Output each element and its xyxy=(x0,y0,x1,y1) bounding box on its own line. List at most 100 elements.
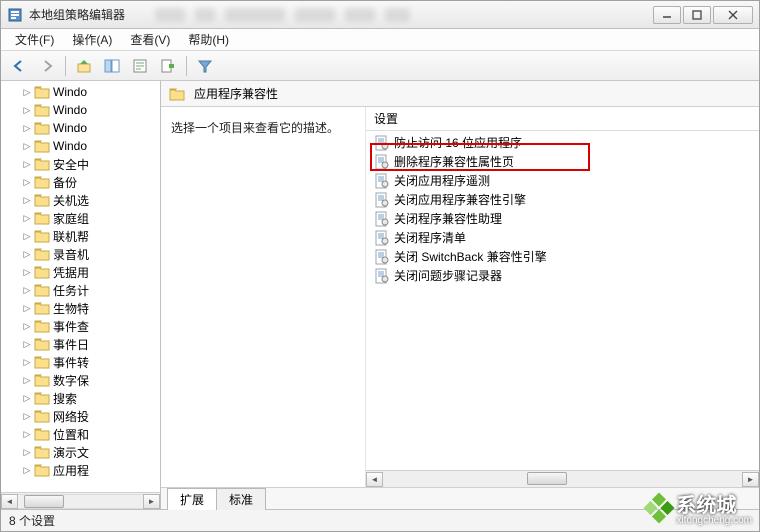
expand-icon[interactable]: ▷ xyxy=(21,321,33,332)
menu-help[interactable]: 帮助(H) xyxy=(180,29,237,50)
tree-hscrollbar[interactable]: ◄ ► xyxy=(1,492,160,509)
settings-row[interactable]: 关闭应用程序遥测 xyxy=(366,171,759,190)
settings-row[interactable]: 关闭 SwitchBack 兼容性引擎 xyxy=(366,247,759,266)
tree-item[interactable]: ▷关机选 xyxy=(1,191,160,209)
expand-icon[interactable]: ▷ xyxy=(21,375,33,386)
tree-item[interactable]: ▷Windo xyxy=(1,119,160,137)
scroll-thumb[interactable] xyxy=(24,495,64,508)
minimize-button[interactable] xyxy=(653,6,681,24)
expand-icon[interactable]: ▷ xyxy=(21,159,33,170)
settings-row[interactable]: 删除程序兼容性属性页 xyxy=(366,152,759,171)
tree-item-label: Windo xyxy=(53,85,87,99)
expand-icon[interactable]: ▷ xyxy=(21,339,33,350)
path-label: 应用程序兼容性 xyxy=(194,85,278,102)
close-button[interactable] xyxy=(713,6,753,24)
forward-button[interactable] xyxy=(35,54,59,78)
expand-icon[interactable]: ▷ xyxy=(21,249,33,260)
tree-item-label: 联机帮 xyxy=(53,228,89,245)
tree-item[interactable]: ▷生物特 xyxy=(1,299,160,317)
expand-icon[interactable]: ▷ xyxy=(21,267,33,278)
expand-icon[interactable]: ▷ xyxy=(21,123,33,134)
expand-icon[interactable]: ▷ xyxy=(21,429,33,440)
folder-icon xyxy=(34,283,50,297)
tree-item[interactable]: ▷演示文 xyxy=(1,443,160,461)
expand-icon[interactable]: ▷ xyxy=(21,465,33,476)
scroll-thumb[interactable] xyxy=(527,472,567,485)
tree-item[interactable]: ▷备份 xyxy=(1,173,160,191)
toolbar xyxy=(1,51,759,81)
expand-icon[interactable]: ▷ xyxy=(21,285,33,296)
show-hide-tree-button[interactable] xyxy=(100,54,124,78)
tree-item[interactable]: ▷应用程 xyxy=(1,461,160,479)
menu-action[interactable]: 操作(A) xyxy=(64,29,120,50)
expand-icon[interactable]: ▷ xyxy=(21,213,33,224)
tree-item[interactable]: ▷ 联机帮 xyxy=(1,227,160,245)
folder-icon xyxy=(34,445,50,459)
settings-row[interactable]: 关闭程序兼容性助理 xyxy=(366,209,759,228)
scroll-right-icon[interactable]: ► xyxy=(742,472,759,487)
up-button[interactable] xyxy=(72,54,96,78)
tree-item[interactable]: ▷ Windo xyxy=(1,137,160,155)
folder-icon xyxy=(34,319,50,333)
expand-icon[interactable]: ▷ xyxy=(21,231,33,242)
watermark: 系统城 xitongcheng.com xyxy=(648,489,752,526)
tree-item[interactable]: ▷ Windo xyxy=(1,83,160,101)
expand-icon[interactable]: ▷ xyxy=(21,105,33,116)
filter-button[interactable] xyxy=(193,54,217,78)
tree-item[interactable]: ▷网络投 xyxy=(1,407,160,425)
settings-row[interactable]: 防止访问 16 位应用程序 xyxy=(366,133,759,152)
tab-standard[interactable]: 标准 xyxy=(216,488,266,510)
maximize-button[interactable] xyxy=(683,6,711,24)
list-hscrollbar[interactable]: ◄ ► xyxy=(366,470,759,487)
tree-item[interactable]: ▷事件日 xyxy=(1,335,160,353)
menu-view[interactable]: 查看(V) xyxy=(122,29,178,50)
settings-row[interactable]: 关闭程序清单 xyxy=(366,228,759,247)
policy-icon xyxy=(374,173,390,189)
watermark-title: 系统城 xyxy=(676,489,752,518)
settings-row-label: 防止访问 16 位应用程序 xyxy=(394,134,522,151)
tab-extended[interactable]: 扩展 xyxy=(167,488,217,510)
detail-pane: 应用程序兼容性 选择一个项目来查看它的描述。 设置 防止访问 16 位应用程序删… xyxy=(161,81,759,509)
export-button[interactable] xyxy=(156,54,180,78)
tree-view[interactable]: ▷Windo▷Windo▷Windo▷Windo▷安全中▷备份▷关机选▷家庭组▷… xyxy=(1,81,160,492)
expand-icon[interactable]: ▷ xyxy=(21,447,33,458)
expand-icon[interactable]: ▷ xyxy=(21,87,33,98)
expand-icon[interactable]: ▷ xyxy=(21,141,33,152)
tree-item[interactable]: ▷Windo xyxy=(1,101,160,119)
settings-row-label: 关闭问题步骤记录器 xyxy=(394,267,502,284)
scroll-left-icon[interactable]: ◄ xyxy=(1,494,18,509)
tree-item[interactable]: ▷事件转 xyxy=(1,353,160,371)
tree-item[interactable]: ▷安全中 xyxy=(1,155,160,173)
tree-item[interactable]: ▷凭据用 xyxy=(1,263,160,281)
folder-icon xyxy=(34,157,50,171)
scroll-track[interactable] xyxy=(18,494,143,509)
settings-row-label: 关闭 SwitchBack 兼容性引擎 xyxy=(394,248,547,265)
tree-item-label: Windo xyxy=(53,139,87,153)
settings-list-pane: 设置 防止访问 16 位应用程序删除程序兼容性属性页关闭应用程序遥测关闭应用程序… xyxy=(366,107,759,487)
scroll-track[interactable] xyxy=(383,472,742,487)
settings-row[interactable]: 关闭应用程序兼容性引擎 xyxy=(366,190,759,209)
expand-icon[interactable]: ▷ xyxy=(21,411,33,422)
expand-icon[interactable]: ▷ xyxy=(21,195,33,206)
tree-item[interactable]: ▷录音机 xyxy=(1,245,160,263)
scroll-left-icon[interactable]: ◄ xyxy=(366,472,383,487)
tree-item[interactable]: ▷家庭组 xyxy=(1,209,160,227)
expand-icon[interactable]: ▷ xyxy=(21,177,33,188)
tree-item[interactable]: ▷位置和 xyxy=(1,425,160,443)
back-button[interactable] xyxy=(7,54,31,78)
expand-icon[interactable]: ▷ xyxy=(21,357,33,368)
tree-item[interactable]: ▷搜索 xyxy=(1,389,160,407)
expand-icon[interactable]: ▷ xyxy=(21,393,33,404)
folder-icon xyxy=(34,103,50,117)
list-header[interactable]: 设置 xyxy=(366,107,759,131)
tree-item[interactable]: ▷任务计 xyxy=(1,281,160,299)
settings-row[interactable]: 关闭问题步骤记录器 xyxy=(366,266,759,285)
expand-icon[interactable]: ▷ xyxy=(21,303,33,314)
tree-item[interactable]: ▷数字保 xyxy=(1,371,160,389)
tree-item[interactable]: ▷事件查 xyxy=(1,317,160,335)
settings-list[interactable]: 防止访问 16 位应用程序删除程序兼容性属性页关闭应用程序遥测关闭应用程序兼容性… xyxy=(366,131,759,470)
properties-button[interactable] xyxy=(128,54,152,78)
scroll-right-icon[interactable]: ► xyxy=(143,494,160,509)
column-header-setting[interactable]: 设置 xyxy=(374,110,398,127)
menu-file[interactable]: 文件(F) xyxy=(7,29,62,50)
